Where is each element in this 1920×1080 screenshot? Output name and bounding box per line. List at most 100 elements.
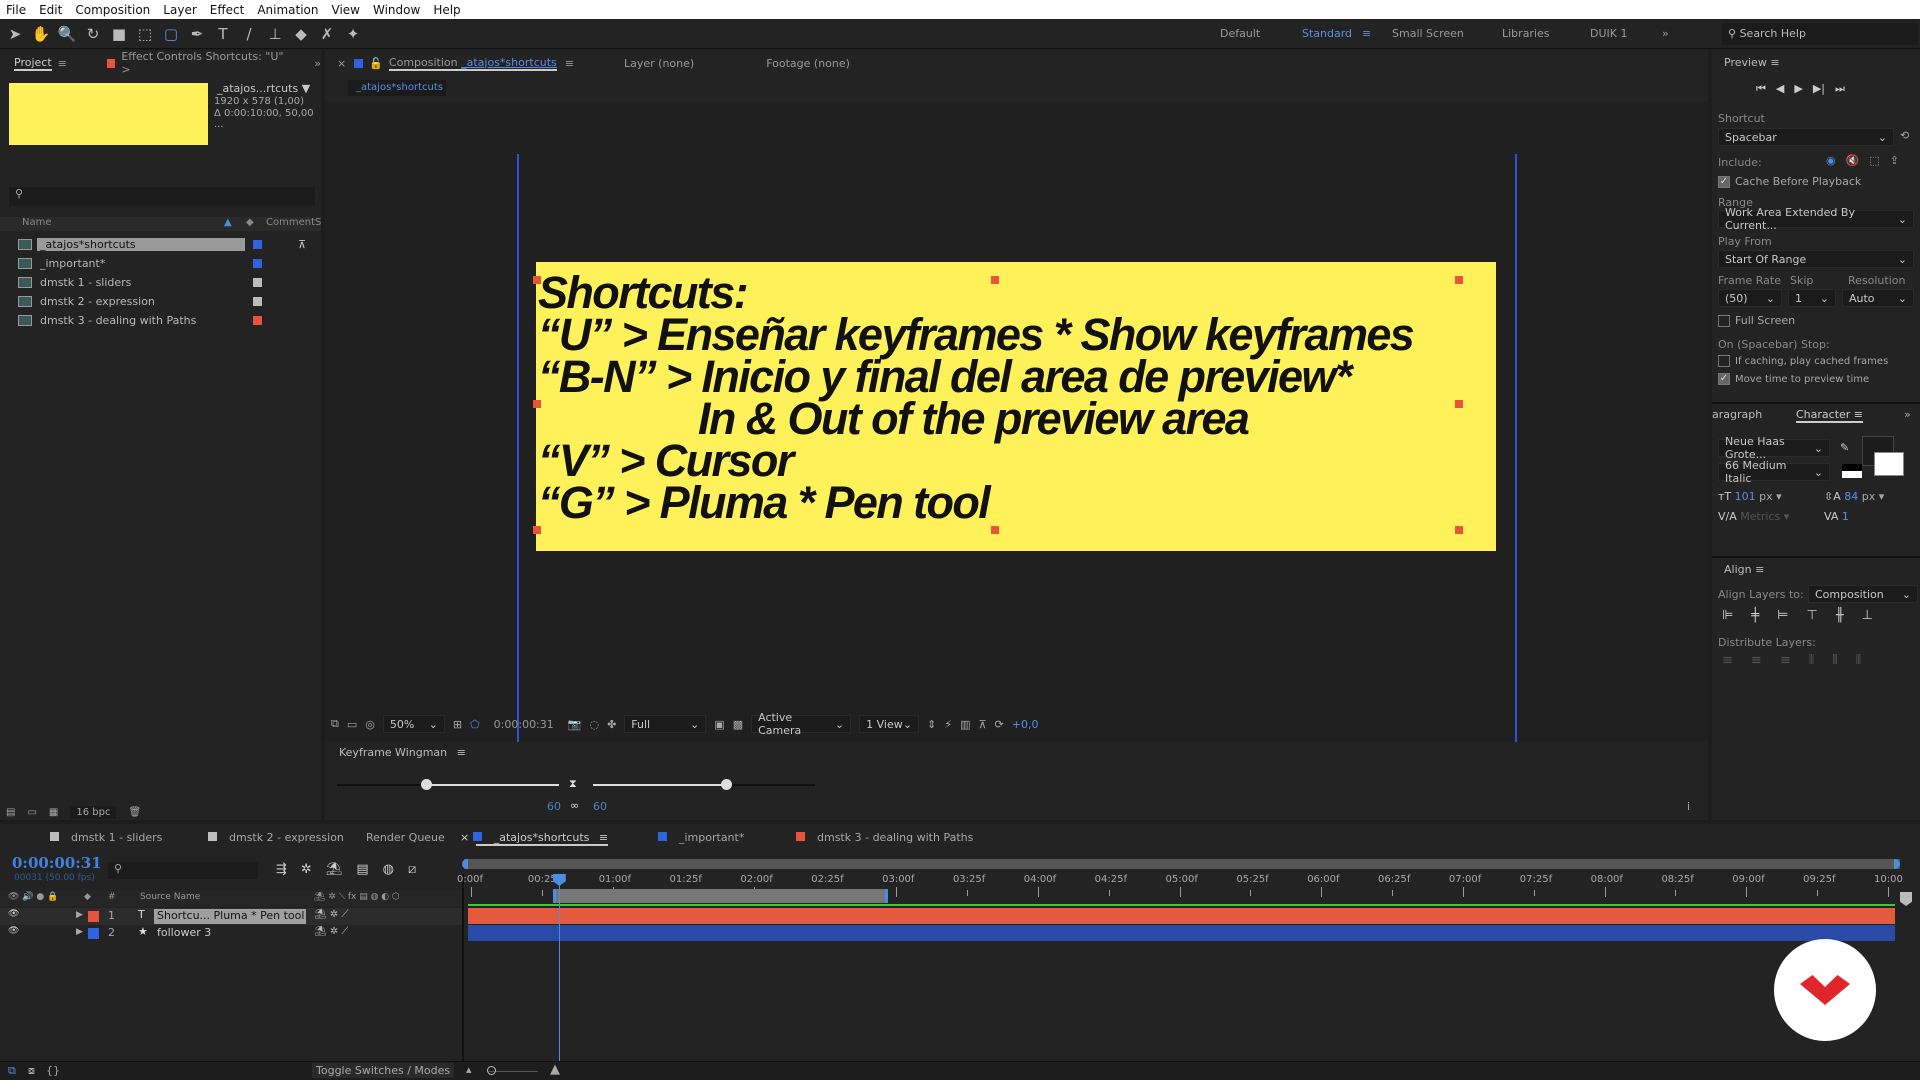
lock-icon[interactable]: 🔓 bbox=[369, 57, 383, 70]
timeline-tab[interactable]: × _atajos*shortcuts ≡ bbox=[460, 831, 609, 846]
close-tab-icon[interactable]: × bbox=[337, 57, 346, 70]
timeline-tab[interactable]: dmstk 1 - sliders bbox=[50, 831, 162, 844]
col-comment[interactable]: Comment bbox=[266, 217, 315, 228]
rectangle-icon[interactable]: ▢ bbox=[160, 23, 182, 45]
roto-brush-icon[interactable]: ✗ bbox=[316, 23, 338, 45]
label-color[interactable] bbox=[253, 240, 262, 249]
info-icon[interactable]: i bbox=[1687, 800, 1690, 813]
timeline-tab[interactable]: dmstk 3 - dealing with Paths bbox=[796, 831, 973, 844]
zoom-in-icon[interactable]: ▲ bbox=[550, 1062, 560, 1077]
playhead[interactable] bbox=[552, 874, 566, 1068]
sort-icon[interactable]: ▲ bbox=[224, 217, 232, 228]
zoom-out-icon[interactable]: ▴ bbox=[466, 1063, 472, 1076]
project-item[interactable]: _atajos*shortcuts ⊼ bbox=[0, 235, 321, 254]
menu-animation[interactable]: Animation bbox=[257, 3, 318, 17]
range-dropdown[interactable]: Work Area Extended By Current... ⌄ bbox=[1718, 206, 1914, 232]
always-preview-icon[interactable]: ⧉ bbox=[331, 717, 339, 731]
menu-effect[interactable]: Effect bbox=[210, 3, 245, 17]
reset-icon[interactable]: ⟲ bbox=[1900, 129, 1909, 142]
project-item[interactable]: _important* bbox=[0, 254, 321, 273]
magnification-dropdown[interactable]: 50% ⌄ bbox=[382, 715, 445, 733]
comp-canvas[interactable]: Shortcuts: “U” > Enseñar keyframes * Show… bbox=[325, 102, 1708, 762]
camera-dropdown[interactable]: Active Camera ⌄ bbox=[751, 711, 852, 737]
work-area-bar[interactable] bbox=[553, 889, 888, 903]
visibility-eye-icon[interactable]: 👁 bbox=[8, 909, 19, 919]
include-overlays-icon[interactable]: ⬚ bbox=[1869, 154, 1879, 167]
layer-duration-bar[interactable] bbox=[468, 908, 1895, 924]
toggle-pixel-aspect-icon[interactable]: ⇕ bbox=[927, 718, 936, 731]
views-dropdown[interactable]: 1 View ⌄ bbox=[859, 715, 920, 733]
search-help-input[interactable]: ⚲ Search Help bbox=[1722, 23, 1918, 45]
hourglass-icon[interactable]: ⧗ bbox=[569, 777, 577, 791]
zoom-slider-handle[interactable] bbox=[1900, 892, 1912, 906]
cache-checkbox[interactable]: ✓ bbox=[1718, 176, 1730, 188]
text-layer-shortcuts[interactable]: Shortcuts: “U” > Enseñar keyframes * Show… bbox=[536, 262, 1496, 551]
timeline-tab[interactable]: dmstk 2 - expression bbox=[208, 831, 344, 844]
resolution-dropdown[interactable]: Auto ⌄ bbox=[1842, 289, 1914, 307]
menu-window[interactable]: Window bbox=[373, 3, 420, 17]
timeline-current-time[interactable]: 0:00:00:31 bbox=[12, 854, 102, 872]
time-navigator[interactable] bbox=[464, 859, 1900, 869]
align-vcenter-icon[interactable]: ╫ bbox=[1836, 608, 1844, 623]
project-item[interactable]: dmstk 1 - sliders bbox=[0, 273, 321, 292]
draft-3d-icon[interactable]: ✲ bbox=[301, 862, 312, 877]
grid-icon[interactable]: ⊞ bbox=[453, 718, 462, 731]
full-screen-checkbox[interactable] bbox=[1718, 315, 1730, 327]
label-color[interactable] bbox=[253, 316, 262, 325]
tab-paragraph[interactable]: aragraph bbox=[1712, 408, 1762, 421]
tracking-value[interactable]: 1 bbox=[1842, 510, 1849, 523]
font-family-dropdown[interactable]: Neue Haas Grote... ⌄ bbox=[1718, 435, 1830, 461]
graph-editor-icon[interactable]: ⧄ bbox=[408, 862, 416, 877]
zoom-slider-knob[interactable] bbox=[487, 1066, 496, 1075]
shortcut-dropdown[interactable]: Spacebar ⌄ bbox=[1718, 128, 1894, 146]
eyedropper-icon[interactable]: ✎ bbox=[1840, 441, 1849, 454]
include-audio-icon[interactable]: 🔇 bbox=[1846, 154, 1860, 167]
panel-menu-icon[interactable]: ≡ bbox=[595, 831, 608, 844]
distribute-top-icon[interactable]: ≡ bbox=[1722, 653, 1733, 668]
flowchart-icon[interactable]: ⊼ bbox=[298, 238, 306, 251]
layer-switches-icon[interactable]: ⧉ bbox=[8, 1064, 16, 1078]
comp-breadcrumb[interactable]: _atajos*shortcuts bbox=[348, 80, 446, 96]
menu-layer[interactable]: Layer bbox=[163, 3, 196, 17]
workspace-small-screen[interactable]: Small Screen bbox=[1392, 19, 1464, 49]
col-source-name[interactable]: Source Name bbox=[140, 892, 200, 902]
transparency-grid-icon[interactable]: ▩ bbox=[733, 718, 743, 731]
distribute-left-icon[interactable]: ⫴ bbox=[1809, 653, 1814, 668]
first-frame-icon[interactable]: ⏮ bbox=[1756, 82, 1766, 96]
flowchart-icon[interactable]: ⊼ bbox=[978, 718, 986, 731]
shy-layers-icon[interactable]: ⛱ bbox=[326, 862, 343, 877]
transform-handle[interactable] bbox=[533, 276, 541, 284]
transform-handle[interactable] bbox=[991, 276, 999, 284]
layer-switches[interactable]: ⛱ ✲ ⟋ bbox=[314, 909, 348, 920]
transfer-controls-icon[interactable]: ⧇ bbox=[28, 1064, 35, 1078]
layer-duration-bar[interactable] bbox=[468, 925, 1895, 941]
distribute-bottom-icon[interactable]: ≡ bbox=[1780, 653, 1791, 668]
ease-out-value[interactable]: 60 bbox=[547, 800, 561, 813]
menu-help[interactable]: Help bbox=[433, 3, 460, 17]
workspace-standard[interactable]: Standard bbox=[1302, 19, 1352, 49]
composition-mini-flowchart-icon[interactable]: ⇶ bbox=[276, 862, 287, 877]
layer-switches[interactable]: ⛱ ✲ ⟋ bbox=[314, 926, 348, 937]
project-item[interactable]: dmstk 2 - expression bbox=[0, 292, 321, 311]
monitor-icon[interactable]: ▭ bbox=[347, 718, 357, 731]
expand-arrow-icon[interactable]: ▶ bbox=[76, 910, 83, 920]
guide-line[interactable] bbox=[1515, 154, 1517, 760]
fast-previews-icon[interactable]: ⚡ bbox=[944, 718, 952, 731]
transform-handle[interactable] bbox=[533, 526, 541, 534]
stroke-color-swatch[interactable] bbox=[1874, 452, 1904, 476]
tab-layer[interactable]: Layer (none) bbox=[624, 57, 694, 70]
transform-handle[interactable] bbox=[1455, 526, 1463, 534]
selection-arrow-icon[interactable]: ➤ bbox=[4, 23, 26, 45]
camera-icon[interactable]: ■ bbox=[108, 23, 130, 45]
tab-effect-controls[interactable]: Effect Controls Shortcuts: "U" > bbox=[121, 50, 286, 76]
navigator-start-handle[interactable] bbox=[462, 859, 468, 869]
distribute-hcenter-icon[interactable]: ⫴ bbox=[1832, 653, 1837, 668]
hand-icon[interactable]: ✋ bbox=[30, 23, 52, 45]
link-icon[interactable]: ∞ bbox=[570, 799, 579, 812]
project-search-input[interactable]: ⚲ bbox=[9, 187, 315, 206]
ease-in-slider-handle[interactable] bbox=[721, 779, 733, 790]
region-of-interest-icon[interactable]: ▣ bbox=[714, 718, 724, 731]
distribute-right-icon[interactable]: ⫴ bbox=[1856, 653, 1861, 668]
layer-row[interactable]: 👁 ▶ 2 ★ follower 3 ⛱ ✲ ⟋ bbox=[0, 925, 462, 942]
distribute-vcenter-icon[interactable]: ≡ bbox=[1751, 653, 1762, 668]
